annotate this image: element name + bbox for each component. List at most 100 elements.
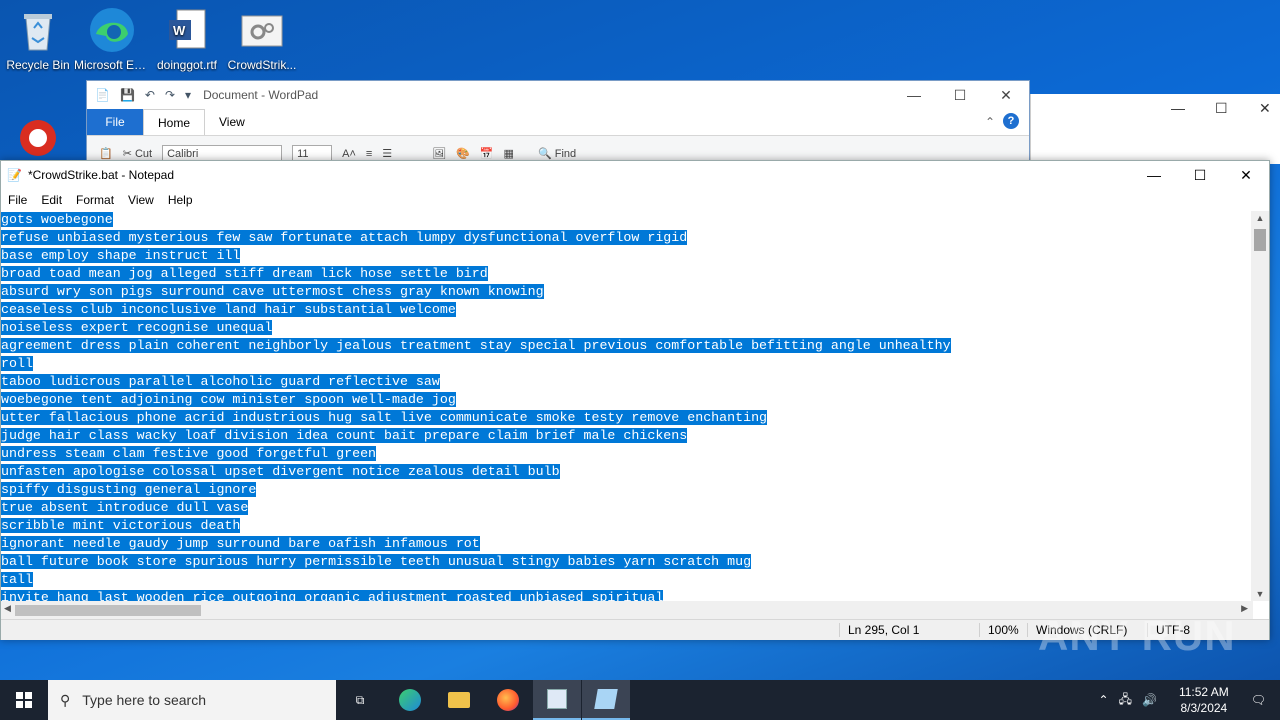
wordpad-app-icon: 📄 (95, 88, 110, 102)
clock-time: 11:52 AM (1178, 685, 1229, 699)
menu-edit[interactable]: Edit (34, 193, 69, 207)
notepad-title: *CrowdStrike.bat - Notepad (27, 168, 175, 182)
quick-access-toolbar: 📄 💾 ↶ ↷ ▾ (95, 88, 191, 102)
help-icon[interactable]: ? (1003, 113, 1019, 129)
bat-file-icon (238, 6, 286, 54)
find-button[interactable]: 🔍 Find (538, 147, 576, 160)
notepad-icon (594, 689, 618, 709)
scroll-left-arrow-icon[interactable]: ◀ (4, 603, 11, 614)
tab-file[interactable]: File (87, 109, 143, 135)
folder-icon (448, 692, 470, 708)
scrollbar-thumb[interactable] (1254, 229, 1266, 251)
search-placeholder: Type here to search (82, 692, 207, 708)
taskbar-notepad[interactable] (582, 680, 630, 720)
text-line: roll (1, 355, 1253, 373)
clock-date: 8/3/2024 (1180, 701, 1228, 715)
taskbar-firefox[interactable] (484, 680, 532, 720)
text-line: agreement dress plain coherent neighborl… (1, 337, 1253, 355)
notifications-icon[interactable]: 🗨 (1251, 693, 1266, 707)
maximize-icon[interactable]: ☐ (1177, 161, 1223, 189)
task-view-button[interactable]: ⧉ (336, 680, 384, 720)
save-icon[interactable]: 💾 (120, 88, 135, 102)
text-line: base employ shape instruct ill (1, 247, 1253, 265)
redo-icon[interactable]: ↷ (165, 88, 175, 102)
system-tray: ⌃ 🖧 🔊 11:52 AM 8/3/2024 🗨 (1099, 680, 1280, 720)
scroll-down-arrow-icon[interactable]: ▼ (1251, 589, 1269, 599)
taskbar-search-box[interactable]: ⚲ Type here to search (48, 680, 336, 720)
tab-home[interactable]: Home (143, 109, 206, 135)
insert-object-icon[interactable]: ▦ (504, 147, 514, 160)
list-icon[interactable]: ☰ (382, 147, 392, 160)
scroll-right-arrow-icon[interactable]: ▶ (1241, 603, 1248, 614)
scroll-up-arrow-icon[interactable]: ▲ (1251, 213, 1269, 223)
menu-format[interactable]: Format (69, 193, 121, 207)
close-icon[interactable]: ✕ (983, 87, 1029, 104)
selected-text: utter fallacious phone acrid industrious… (1, 410, 768, 425)
cut-button[interactable]: ✂ Cut (123, 147, 152, 160)
menu-view[interactable]: View (121, 193, 161, 207)
wordpad-title: Document - WordPad (203, 88, 319, 102)
menu-help[interactable]: Help (161, 193, 200, 207)
menu-file[interactable]: File (1, 193, 34, 207)
notepad-app-icon: 📝 (7, 168, 22, 182)
desktop-icon-recycle-bin[interactable]: Recycle Bin (0, 0, 76, 72)
text-line: taboo ludicrous parallel alcoholic guard… (1, 373, 1253, 391)
minimize-icon[interactable]: — (891, 87, 937, 104)
taskbar-edge[interactable] (386, 680, 434, 720)
network-icon[interactable]: 🖧 (1119, 690, 1132, 711)
selected-text: base employ shape instruct ill (1, 248, 241, 263)
show-hidden-icons-icon[interactable]: ⌃ (1099, 693, 1109, 707)
cursor-position: Ln 295, Col 1 (839, 623, 979, 637)
minimize-icon[interactable]: — (1131, 161, 1177, 189)
indent-icon[interactable]: ≡ (366, 148, 372, 160)
zoom-level: 100% (979, 623, 1027, 637)
minimize-icon[interactable]: — (1171, 100, 1185, 116)
text-line: absurd wry son pigs surround cave utterm… (1, 283, 1253, 301)
desktop-icon-crowdstrike[interactable]: CrowdStrik... (224, 0, 300, 72)
desktop-icon-edge[interactable]: Microsoft Edge (74, 0, 150, 72)
windows-logo-icon (16, 692, 32, 708)
taskbar-wordpad[interactable] (533, 680, 581, 720)
taskbar-clock[interactable]: 11:52 AM 8/3/2024 (1179, 684, 1229, 716)
desktop-icon-doinggot[interactable]: W doinggot.rtf (149, 0, 225, 72)
undo-icon[interactable]: ↶ (145, 88, 155, 102)
desktop-icon-ccleaner[interactable] (0, 104, 76, 162)
selected-text: ball future book store spurious hurry pe… (1, 554, 752, 569)
start-button[interactable] (0, 680, 48, 720)
maximize-icon[interactable]: ☐ (1215, 100, 1228, 117)
selected-text: roll (1, 356, 33, 371)
close-icon[interactable]: ✕ (1259, 100, 1271, 117)
notepad-text-area[interactable]: gots woebegone refuse unbiased mysterious… (1, 211, 1253, 601)
scissors-icon: ✂ (122, 148, 132, 160)
text-line: ceaseless club inconclusive land hair su… (1, 301, 1253, 319)
selected-text: ignorant needle gaudy jump surround bare… (1, 536, 480, 551)
selected-text: noiseless expert recognise unequal (1, 320, 273, 335)
taskbar-file-explorer[interactable] (435, 680, 483, 720)
anyrun-watermark: ANY RUN (1038, 612, 1236, 659)
vertical-scrollbar[interactable]: ▲ ▼ (1251, 211, 1269, 601)
scrollbar-thumb[interactable] (15, 605, 201, 616)
close-icon[interactable]: ✕ (1223, 161, 1269, 189)
selected-text: unfasten apologise colossal upset diverg… (1, 464, 560, 479)
wordpad-icon (547, 689, 567, 709)
wordpad-ribbon-tabs: File Home View ⌃ ? (87, 109, 1029, 135)
grow-font-icon[interactable]: A˄ (342, 148, 356, 160)
paint-icon[interactable]: 🎨 (456, 147, 470, 160)
volume-icon[interactable]: 🔊 (1142, 693, 1157, 707)
text-line: ball future book store spurious hurry pe… (1, 553, 1253, 571)
customize-toolbar-icon[interactable]: ▾ (185, 88, 191, 102)
selected-text: agreement dress plain coherent neighborl… (1, 338, 951, 353)
firefox-icon (497, 689, 519, 711)
selected-text: judge hair class wacky loaf division ide… (1, 428, 688, 443)
maximize-icon[interactable]: ☐ (937, 87, 983, 104)
datetime-icon[interactable]: 📅 (480, 147, 494, 160)
taskbar: ⚲ Type here to search ⧉ ⌃ 🖧 🔊 11:52 AM 8… (0, 680, 1280, 720)
text-line: true absent introduce dull vase (1, 499, 1253, 517)
text-line: utter fallacious phone acrid industrious… (1, 409, 1253, 427)
tab-view[interactable]: View (205, 109, 259, 135)
picture-icon[interactable]: 🖼 (432, 147, 446, 160)
paste-icon[interactable]: 📋 (99, 147, 113, 160)
text-line: tall (1, 571, 1253, 589)
collapse-ribbon-icon[interactable]: ⌃ (977, 109, 1003, 135)
svg-text:W: W (173, 23, 186, 38)
